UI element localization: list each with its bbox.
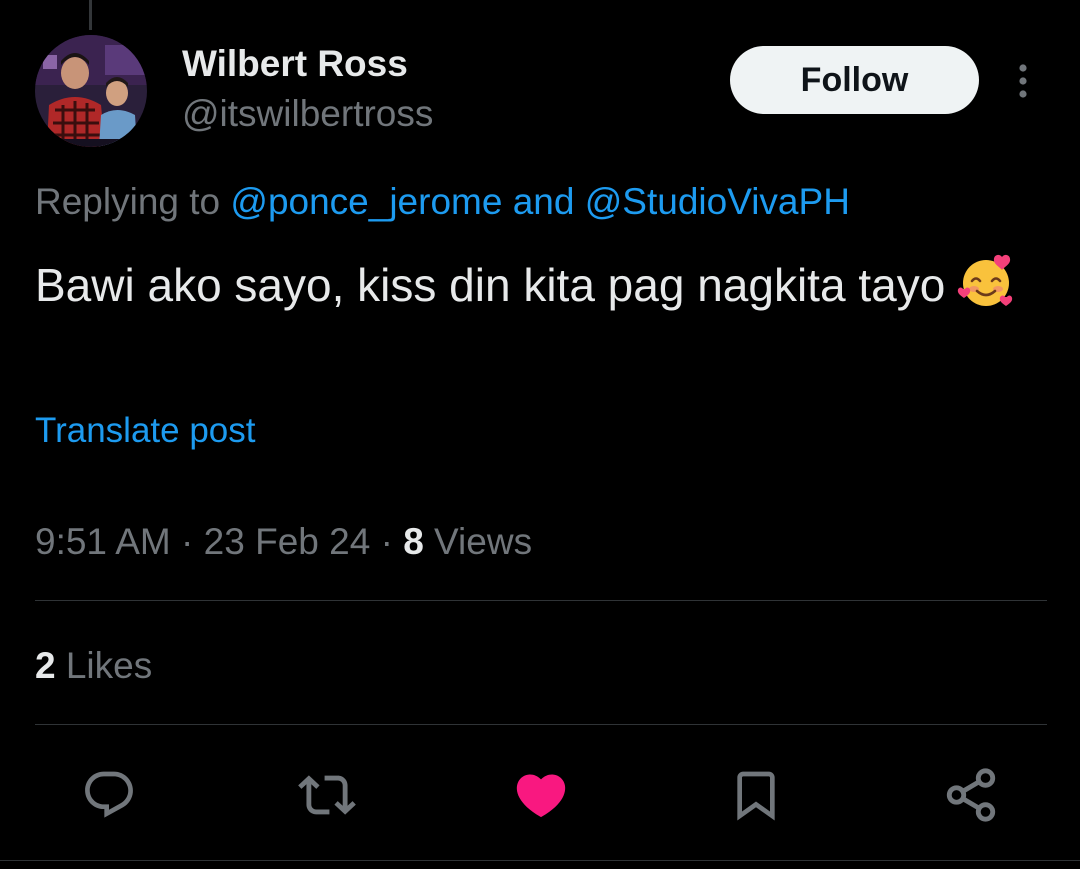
tweet-date[interactable]: 23 Feb 24 [204,521,371,562]
divider [35,724,1047,725]
reply-context-prefix: Replying to [35,181,221,222]
tweet-text: Bawi ako sayo, kiss din kita pag nagkita… [35,252,1035,326]
mention-link[interactable]: @StudioVivaPH [585,181,850,222]
more-options-button[interactable] [1008,60,1038,102]
more-vertical-icon [1019,64,1027,98]
retweet-icon [298,775,356,815]
author-handle[interactable]: @itswilbertross [182,90,433,138]
translate-post-link[interactable]: Translate post [35,408,255,454]
retweet-button[interactable] [296,764,358,826]
likes-label: Likes [65,645,153,686]
likes-summary[interactable]: 2 Likes [35,642,152,690]
share-icon [946,768,996,822]
divider [35,600,1047,601]
divider [0,860,1080,861]
share-button[interactable] [940,764,1002,826]
thread-connector-line [89,0,92,30]
tweet-metadata: 9:51 AM · 23 Feb 24 · 8 Views [35,518,532,566]
mention-link[interactable]: @ponce_jerome [230,181,502,222]
avatar-image [35,35,147,147]
heart-filled-icon [516,774,566,818]
reply-button[interactable] [78,764,140,826]
meta-separator: · [380,521,393,562]
follow-button[interactable]: Follow [730,46,979,114]
meta-separator: · [181,521,194,562]
avatar[interactable] [35,35,147,147]
bookmark-button[interactable] [725,764,787,826]
reply-context-conjunction[interactable]: and [513,181,575,222]
author-name[interactable]: Wilbert Ross [182,40,408,88]
likes-count: 2 [35,645,56,686]
like-button[interactable] [510,764,572,826]
smiling-face-with-hearts-icon [957,253,1015,326]
reply-context: Replying to @ponce_jerome and @StudioViv… [35,178,850,226]
bookmark-icon [737,771,775,821]
reply-icon [85,771,133,818]
tweet-text-content: Bawi ako sayo, kiss din kita pag nagkita… [35,259,946,311]
views-count: 8 [403,521,424,562]
views-label: Views [434,521,533,562]
tweet-time[interactable]: 9:51 AM [35,521,171,562]
